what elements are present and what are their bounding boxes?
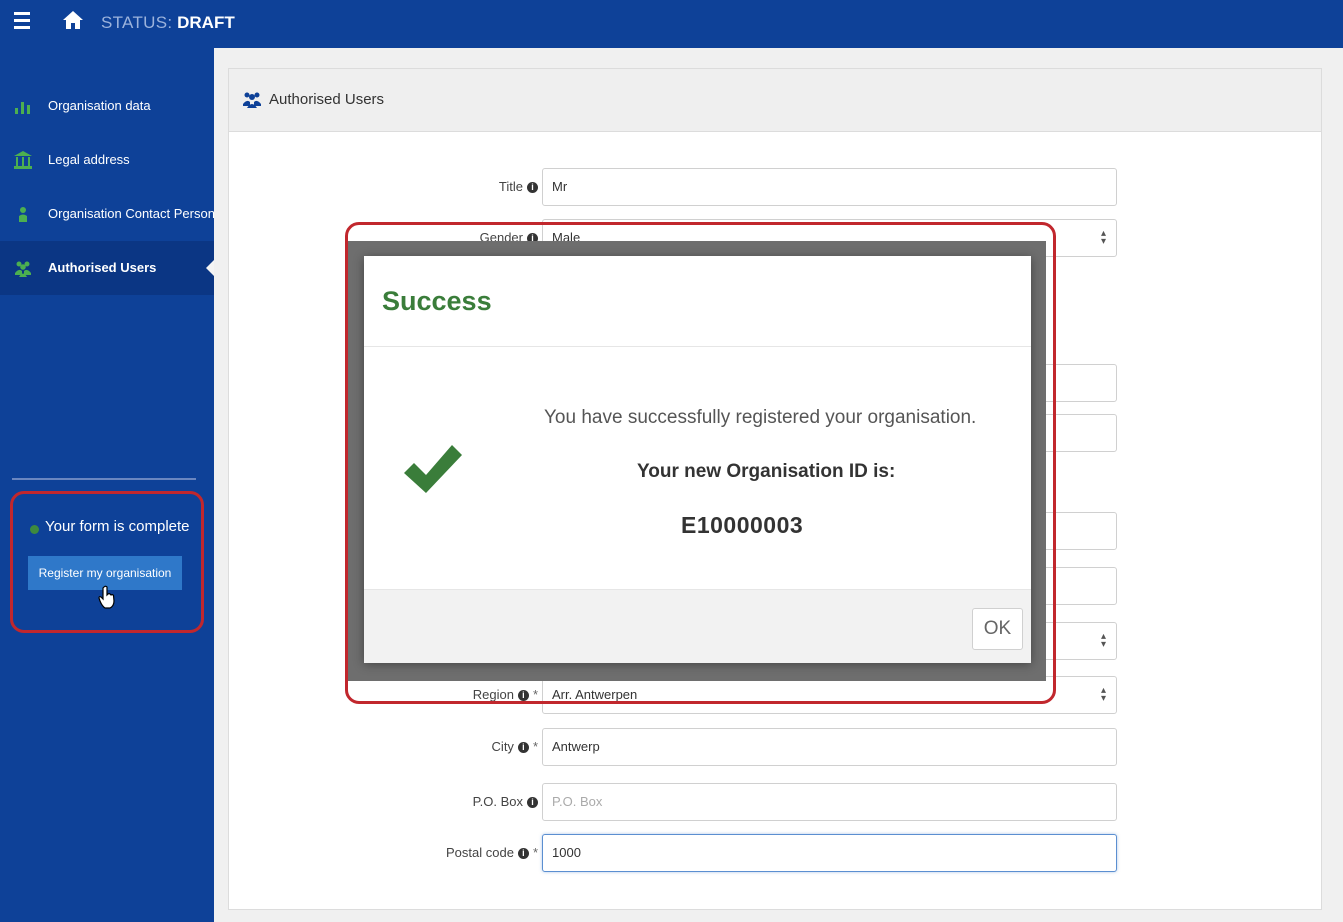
status-label: STATUS: [101, 13, 173, 32]
active-indicator [206, 260, 214, 276]
city-field[interactable]: Antwerp [542, 728, 1117, 766]
info-icon[interactable]: i [517, 742, 529, 753]
checkmark-icon [404, 445, 462, 493]
sidebar-divider [12, 478, 196, 480]
status-value: DRAFT [177, 13, 235, 32]
form-complete-text: Your form is complete [45, 518, 190, 535]
info-icon[interactable]: i [527, 797, 538, 808]
panel-title: Authorised Users [269, 91, 385, 108]
info-icon[interactable]: i [517, 848, 529, 859]
panel-header: Authorised Users [229, 69, 1321, 132]
dialog-divider [364, 346, 1031, 347]
success-dialog: Success You have successfully registered… [364, 256, 1031, 663]
sidebar-item-authorised-users[interactable]: Authorised Users [0, 241, 214, 295]
city-row: City i * Antwerp [229, 728, 1321, 768]
pobox-field[interactable]: P.O. Box [542, 783, 1117, 821]
sidebar-item-label: Legal address [48, 152, 130, 167]
hand-cursor-icon [98, 585, 115, 609]
sidebar-item-label: Organisation data [48, 98, 151, 113]
postal-label: Postal code i * [446, 845, 538, 860]
pobox-label: P.O. Box i [473, 794, 538, 809]
success-message: You have successfully registered your or… [544, 407, 977, 428]
sidebar-item-legal-address[interactable]: Legal address [0, 133, 214, 187]
sidebar-item-label: Authorised Users [48, 260, 157, 275]
org-id-value: E10000003 [681, 512, 804, 538]
users-icon [243, 92, 261, 108]
org-id-label: Your new Organisation ID is: [637, 461, 896, 482]
sidebar-item-contact-person[interactable]: Organisation Contact Person [0, 187, 215, 241]
sidebar-item-organisation-data[interactable]: Organisation data [0, 79, 214, 133]
select-arrows-icon: ▴ ▾ [1100, 685, 1106, 704]
title-field[interactable]: Mr [542, 168, 1117, 206]
ok-button[interactable]: OK [972, 608, 1023, 650]
title-label: Title i [499, 179, 538, 194]
home-icon[interactable] [62, 10, 84, 30]
postal-row: Postal code i * 1000 [229, 834, 1321, 874]
building-icon [14, 151, 32, 169]
pobox-row: P.O. Box i P.O. Box [229, 783, 1321, 823]
select-arrows-icon: ▴ ▾ [1100, 631, 1106, 650]
status-indicator: STATUS: DRAFT [101, 13, 235, 33]
person-icon [19, 207, 27, 222]
title-row: Title i Mr [229, 168, 1321, 208]
hamburger-icon[interactable] [14, 12, 30, 30]
city-label: City i * [491, 739, 538, 754]
postal-code-field[interactable]: 1000 [542, 834, 1117, 872]
users-icon [15, 261, 31, 277]
dialog-footer: OK [364, 589, 1031, 663]
status-dot-icon [30, 525, 39, 534]
dialog-title: Success [382, 286, 492, 316]
info-icon[interactable]: i [527, 182, 538, 193]
top-bar: STATUS: DRAFT [0, 0, 1343, 48]
select-arrows-icon: ▴ ▾ [1100, 228, 1106, 247]
org-chart-icon [15, 102, 30, 114]
sidebar: Organisation data Legal address Organisa… [0, 48, 215, 922]
sidebar-item-label: Organisation Contact Person [48, 206, 215, 221]
